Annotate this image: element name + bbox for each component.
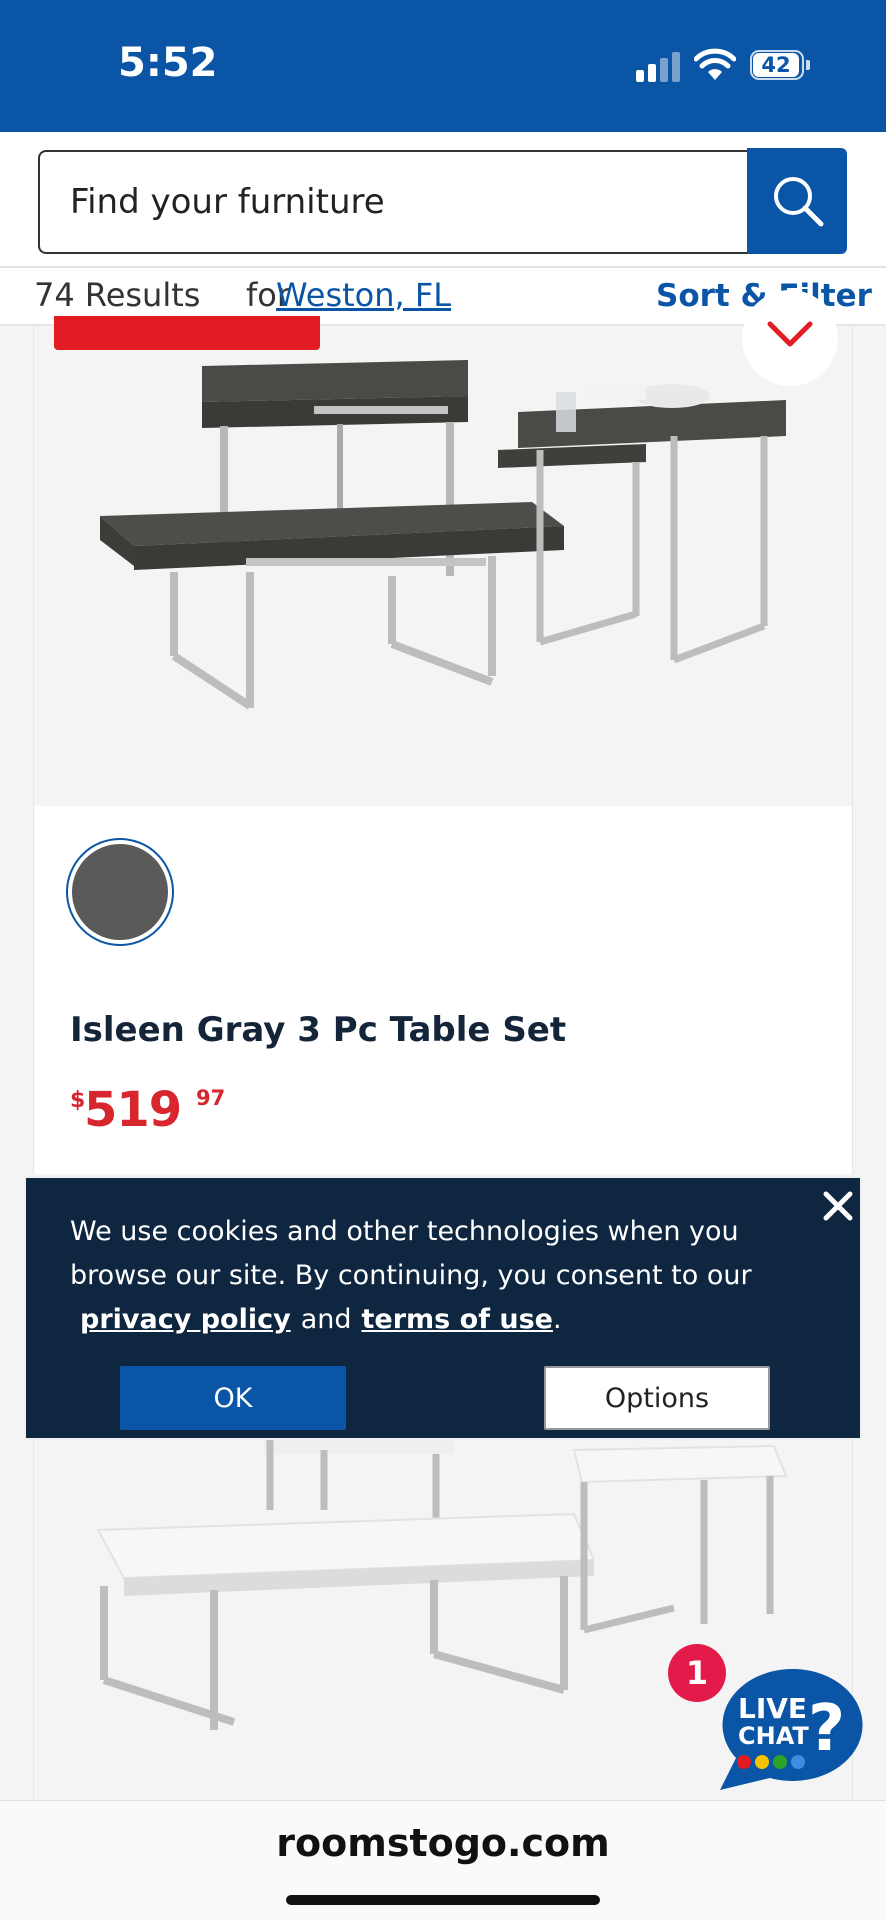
results-count: 74 Results — [34, 276, 201, 314]
search-input[interactable]: Find your furniture — [38, 150, 748, 254]
search-bar: Find your furniture — [0, 132, 886, 268]
wifi-icon — [694, 48, 736, 80]
favorite-button[interactable] — [742, 290, 838, 386]
url-text[interactable]: roomstogo.com — [0, 1821, 886, 1865]
sale-badge — [54, 316, 320, 350]
chat-dot-icon — [773, 1755, 787, 1769]
chat-notification-badge: 1 — [668, 1644, 726, 1702]
search-button[interactable] — [747, 148, 847, 254]
cookie-and: and — [300, 1304, 352, 1335]
color-swatch[interactable] — [66, 838, 174, 946]
chat-dot-icon — [755, 1755, 769, 1769]
heart-icon — [767, 321, 813, 347]
terms-of-use-link[interactable]: terms of use — [362, 1304, 553, 1335]
table-set-illustration — [100, 360, 786, 710]
price-cents: 97 — [196, 1086, 226, 1110]
cookie-text: We use cookies and other technologies wh… — [70, 1216, 752, 1291]
status-bar: 5:52 42 — [0, 0, 886, 132]
chat-dot-icon — [737, 1755, 751, 1769]
color-swatch-dot — [72, 844, 168, 940]
price-dollars: 519 — [84, 1082, 182, 1138]
cookie-message: We use cookies and other technologies wh… — [70, 1210, 810, 1342]
product-card[interactable]: Isleen Gray 3 Pc Table Set $ 519 97 — [33, 290, 853, 1174]
search-icon — [774, 177, 824, 227]
location-link[interactable]: Weston, FL — [276, 276, 451, 314]
status-time: 5:52 — [118, 40, 218, 86]
cookie-ok-button[interactable]: OK — [120, 1366, 346, 1430]
browser-url-bar: roomstogo.com — [0, 1800, 886, 1920]
cookie-period: . — [552, 1304, 562, 1335]
close-icon[interactable] — [818, 1186, 858, 1226]
cookie-options-button[interactable]: Options — [544, 1366, 770, 1430]
privacy-policy-link[interactable]: privacy policy — [80, 1304, 291, 1335]
cellular-signal-icon — [636, 52, 680, 82]
question-mark-icon: ? — [808, 1692, 845, 1766]
battery-level: 42 — [753, 53, 799, 77]
chat-dot-icon — [791, 1755, 805, 1769]
home-indicator[interactable] — [286, 1895, 600, 1905]
live-chat-label-1: LIVE — [738, 1692, 807, 1725]
battery-icon: 42 — [750, 50, 810, 80]
product-image[interactable] — [34, 326, 852, 806]
live-chat-label-2: CHAT — [738, 1722, 809, 1750]
cookie-banner: We use cookies and other technologies wh… — [24, 1176, 862, 1440]
product-title[interactable]: Isleen Gray 3 Pc Table Set — [70, 1010, 566, 1050]
live-chat-button[interactable]: LIVE CHAT ? — [700, 1640, 870, 1810]
